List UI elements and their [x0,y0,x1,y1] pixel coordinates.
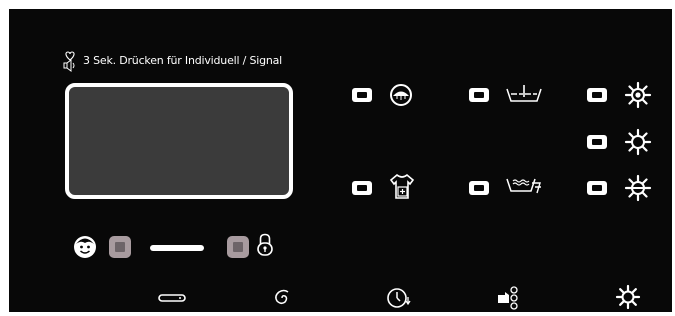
touch-key-left[interactable] [109,236,131,258]
lcd-display [65,83,293,199]
key-icon[interactable] [158,292,186,304]
selection-bar [150,245,204,251]
settings-sun-icon[interactable] [615,284,641,310]
option-button-3[interactable] [587,88,607,102]
option-button-5[interactable] [352,181,372,195]
prewash-tub-icon [506,85,542,102]
temperature-high-icon [624,81,652,109]
option-button-7[interactable] [587,181,607,195]
touch-key-right[interactable] [227,236,249,258]
drum-clean-icon [390,84,412,106]
temperature-medium-icon [624,128,652,156]
option-button-2[interactable] [469,88,489,102]
delayed-start-clock-icon[interactable] [386,286,412,310]
option-button-6[interactable] [469,181,489,195]
padlock-icon [257,233,273,256]
control-panel: 3 Sek. Drücken für Individuell / Signal [9,9,672,312]
option-button-1[interactable] [352,88,372,102]
hold-hint: 3 Sek. Drücken für Individuell / Signal [61,51,381,75]
option-button-4[interactable] [587,135,607,149]
hand-touch-icon[interactable] [496,285,522,311]
heart-speaker-icon [63,51,75,72]
spin-spiral-icon[interactable] [272,287,292,309]
soak-wash-icon [506,178,541,194]
temperature-low-icon [624,174,652,202]
hint-label: 3 Sek. Drücken für Individuell / Signal [83,54,283,67]
child-face-icon [74,236,96,258]
shirt-plus-icon [389,173,415,199]
